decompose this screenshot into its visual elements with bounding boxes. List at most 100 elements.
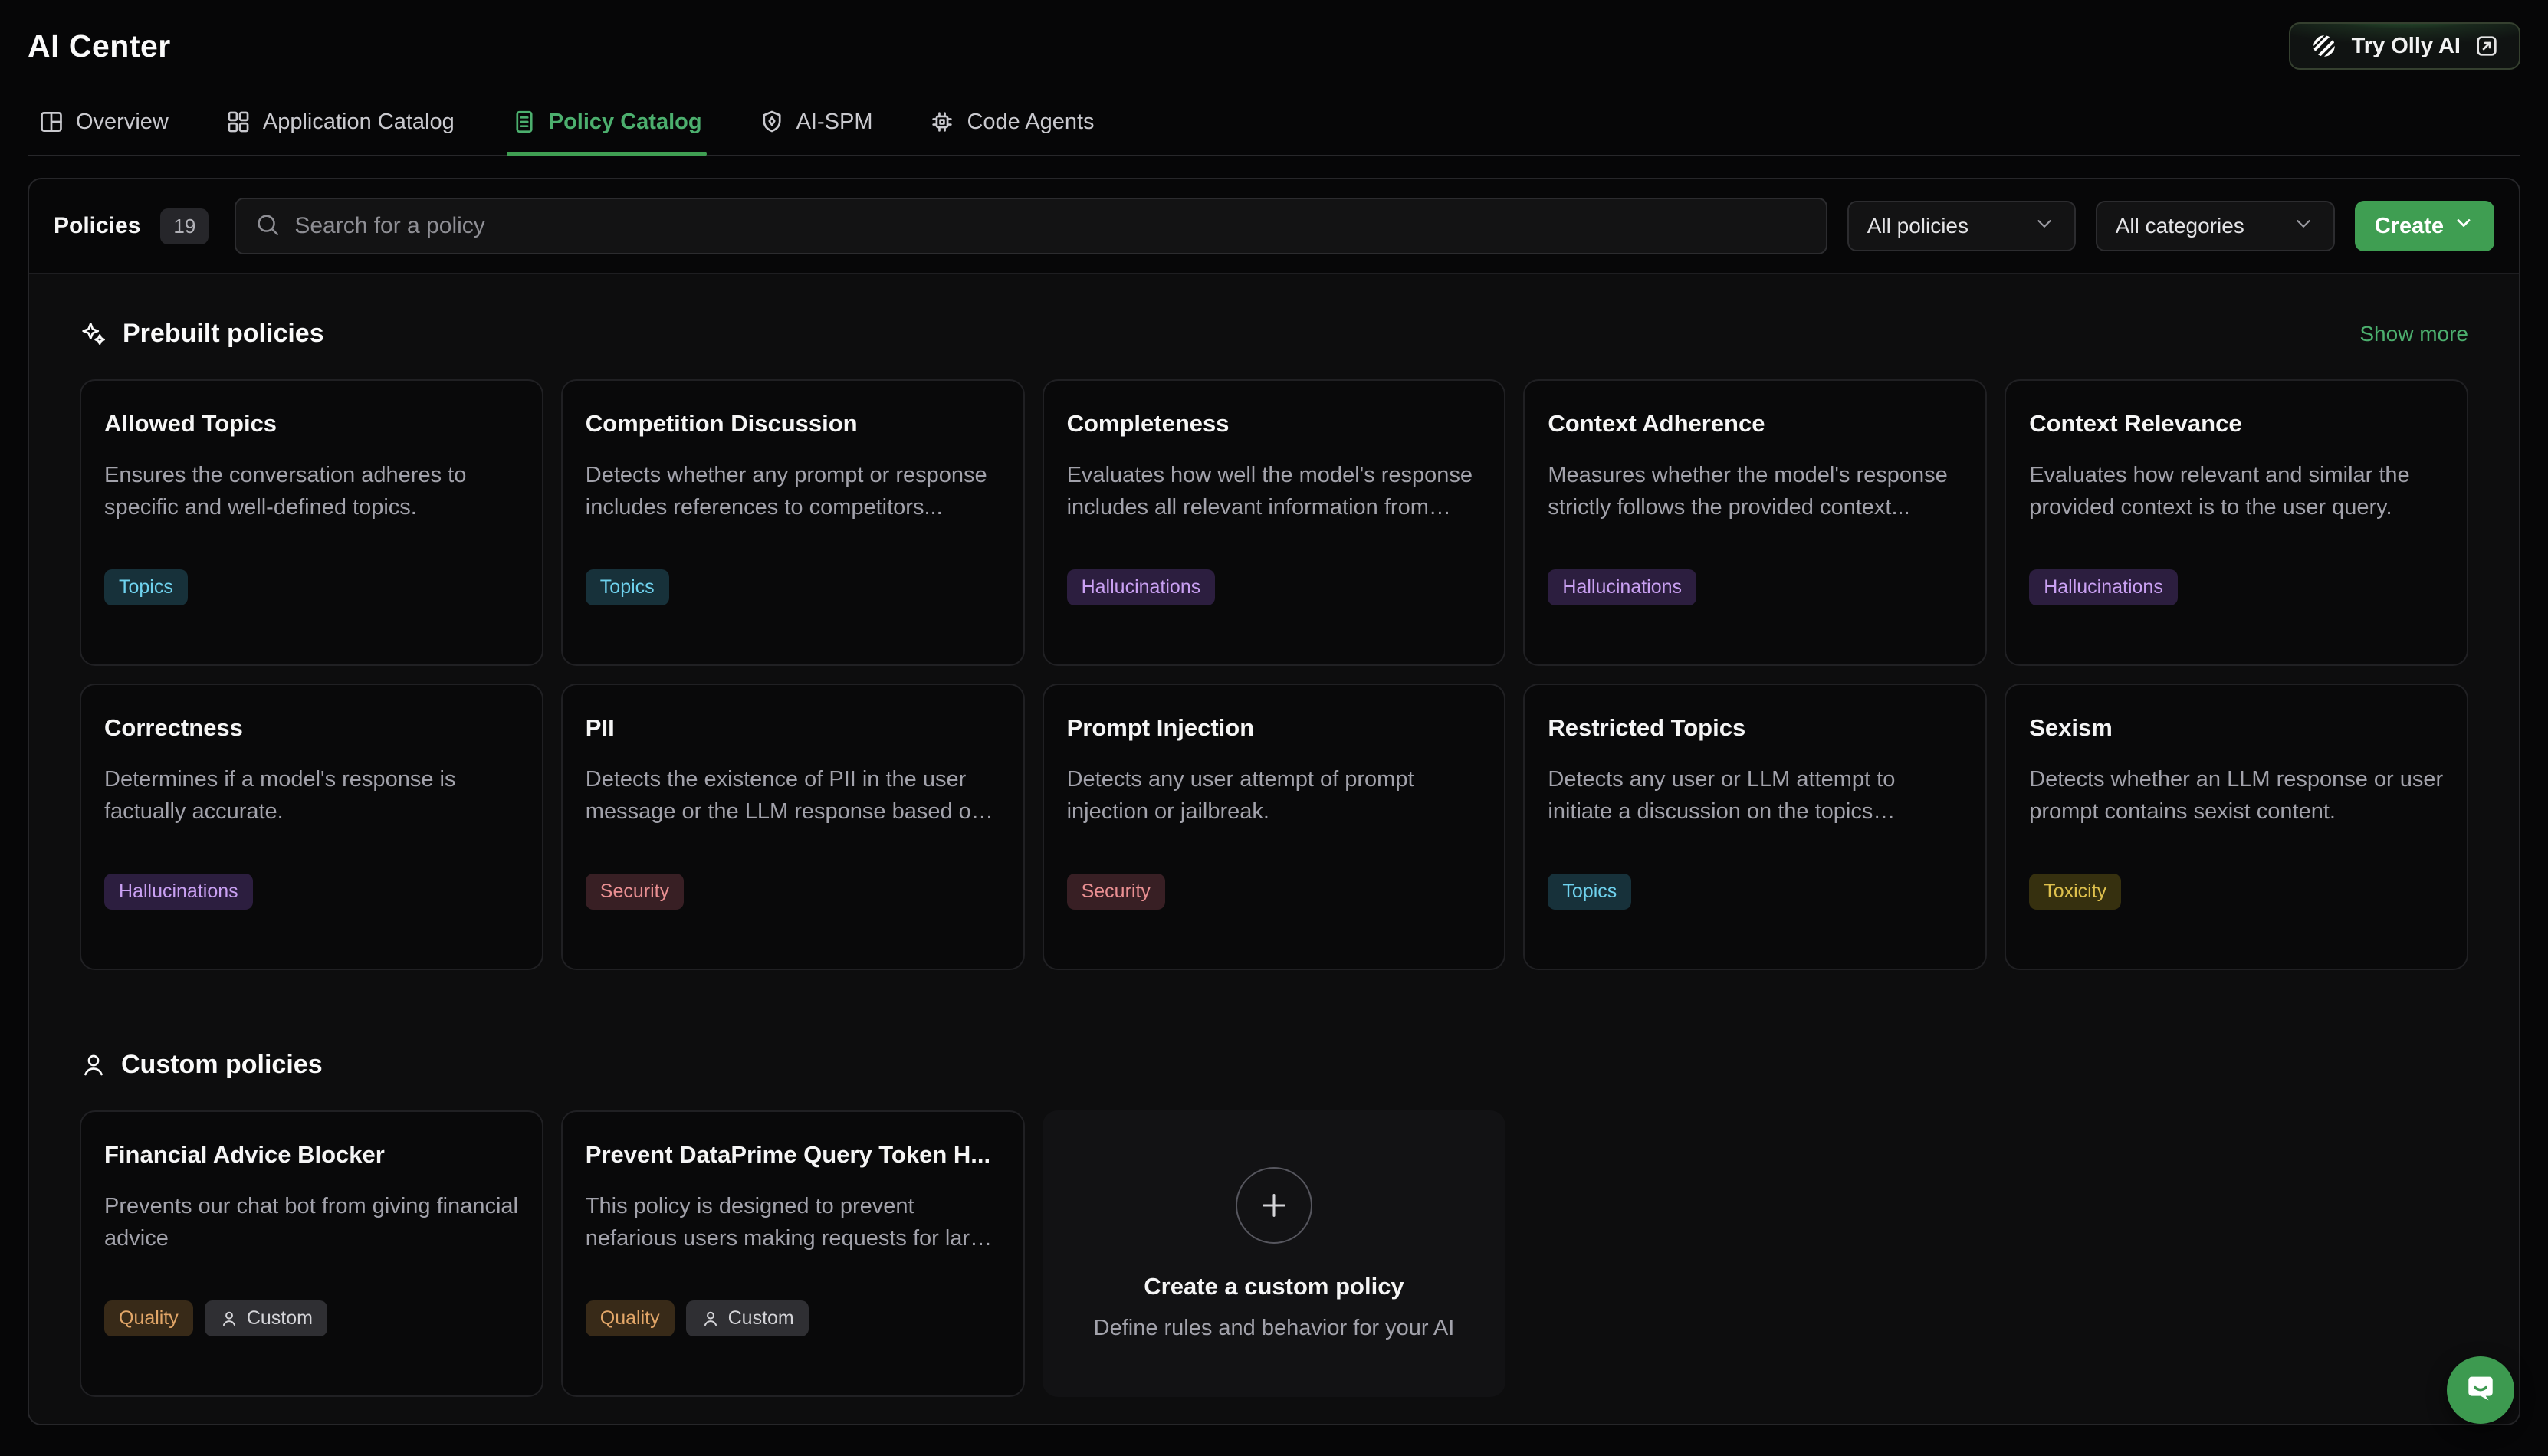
tab-code-agents[interactable]: Code Agents	[924, 100, 1098, 155]
policy-tag-hallucinations: Hallucinations	[1067, 569, 1216, 605]
custom-cards-row: Financial Advice BlockerPrevents our cha…	[80, 1110, 2468, 1397]
policy-tag-label: Topics	[119, 576, 173, 598]
policy-card-title: PII	[586, 714, 1000, 742]
policy-card-tags: Hallucinations	[2029, 569, 2178, 605]
policy-card-description: Detects whether any prompt or response i…	[586, 459, 1000, 523]
policy-card[interactable]: Prompt Injection Detects any user attempt…	[1043, 684, 1506, 970]
tab-label: Overview	[76, 110, 169, 135]
search-icon	[254, 212, 281, 241]
custom-section-label: Custom policies	[121, 1050, 323, 1080]
policy-tag-label: Toxicity	[2044, 880, 2106, 903]
panel-content: Prebuilt policies Show more Allowed Topi…	[29, 273, 2519, 1424]
policy-card-description: Ensures the conversation adheres to spec…	[104, 459, 519, 523]
policy-tag-hallucinations: Hallucinations	[2029, 569, 2178, 605]
policy-tag-label: Hallucinations	[2044, 576, 2163, 598]
person-icon	[701, 1309, 721, 1329]
policy-card[interactable]: CorrectnessDetermines if a model's respo…	[80, 684, 543, 970]
policy-card[interactable]: Financial Advice BlockerPrevents our cha…	[80, 1110, 543, 1397]
policy-card[interactable]: Context RelevanceEvaluates how relevant …	[2005, 379, 2468, 666]
policy-card-tags: Quality Custom	[104, 1300, 327, 1336]
tab-application-catalog[interactable]: Application Catalog	[221, 100, 459, 155]
policy-catalog-panel: Policies 19 All policies All categories	[28, 178, 2520, 1425]
policy-tag-label: Custom	[728, 1307, 794, 1330]
policy-tag-hallucinations: Hallucinations	[104, 874, 253, 910]
all-categories-dropdown[interactable]: All categories	[2096, 201, 2335, 251]
policy-card[interactable]: PII Detects the existence of PII in the u…	[561, 684, 1025, 970]
policy-card[interactable]: Prevent DataPrime Query Token H... This p…	[561, 1110, 1025, 1397]
policy-card-tags: Security	[1067, 874, 1165, 910]
policy-tag-topics: Topics	[104, 569, 188, 605]
policy-card[interactable]: Sexism Detects whether an LLM response or…	[2005, 684, 2468, 970]
app-header: AI Center Try Olly AI	[28, 0, 2520, 74]
policy-card[interactable]: Completeness Evaluates how well the model…	[1043, 379, 1506, 666]
prebuilt-cards-row-2: CorrectnessDetermines if a model's respo…	[80, 684, 2468, 970]
create-card-title: Create a custom policy	[1144, 1273, 1404, 1300]
ai-spm-icon	[759, 109, 785, 135]
policy-card-title: Completeness	[1067, 410, 1482, 438]
search-input[interactable]	[294, 213, 1807, 239]
tab-bar: Overview Application Catalog Policy Catalo…	[28, 100, 2520, 156]
tab-label: Code Agents	[967, 110, 1094, 135]
tab-label: Application Catalog	[263, 110, 455, 135]
show-more-link[interactable]: Show more	[2359, 322, 2468, 346]
policy-tag-toxicity: Toxicity	[2029, 874, 2121, 910]
policy-card-description: Detects any user attempt of prompt injec…	[1067, 763, 1482, 828]
person-icon	[219, 1309, 239, 1329]
all-policies-value: All policies	[1867, 214, 1968, 238]
policy-card[interactable]: Allowed Topics Ensures the conversation a…	[80, 379, 543, 666]
policy-tag-quality: Quality	[586, 1300, 675, 1336]
policy-tag-quality: Quality	[104, 1300, 193, 1336]
policy-card-description: Evaluates how well the model's response …	[1067, 459, 1482, 523]
policy-card-title: Context Relevance	[2029, 410, 2444, 438]
all-policies-dropdown[interactable]: All policies	[1847, 201, 2076, 251]
policy-tag-custom: Custom	[205, 1300, 327, 1336]
policy-tag-topics: Topics	[1548, 874, 1631, 910]
policy-card-description: This policy is designed to prevent nefar…	[586, 1190, 1000, 1254]
policy-tag-security: Security	[586, 874, 684, 910]
policy-card-title: Sexism	[2029, 714, 2444, 742]
policy-search[interactable]	[235, 198, 1827, 254]
policy-tag-label: Quality	[119, 1307, 179, 1330]
policy-card[interactable]: Restricted Topics Detects any user or LLM…	[1523, 684, 1987, 970]
policy-tag-label: Topics	[600, 576, 655, 598]
policy-card-title: Prompt Injection	[1067, 714, 1482, 742]
policy-tag-label: Hallucinations	[1562, 576, 1682, 598]
app-catalog-icon	[225, 109, 251, 135]
policy-card-title: Restricted Topics	[1548, 714, 1962, 742]
create-custom-policy-card[interactable]: Create a custom policy Define rules and …	[1043, 1110, 1506, 1397]
person-icon	[80, 1051, 107, 1079]
chat-widget-button[interactable]	[2447, 1356, 2514, 1424]
policy-card-title: Competition Discussion	[586, 410, 1000, 438]
try-olly-label: Try Olly AI	[2352, 34, 2461, 59]
overview-icon	[38, 109, 64, 135]
policy-card-title: Context Adherence	[1548, 410, 1962, 438]
custom-section-header: Custom policies	[80, 1050, 2468, 1080]
tab-ai-spm[interactable]: AI-SPM	[754, 100, 878, 155]
policy-card[interactable]: Competition Discussion Detects whether an…	[561, 379, 1025, 666]
policy-card-title: Financial Advice Blocker	[104, 1141, 519, 1169]
policy-catalog-icon	[511, 109, 537, 135]
try-olly-button[interactable]: Try Olly AI	[2289, 22, 2520, 70]
policy-card-tags: Toxicity	[2029, 874, 2121, 910]
policy-tag-custom: Custom	[686, 1300, 809, 1336]
policy-card-description: Detects any user or LLM attempt to initi…	[1548, 763, 1962, 828]
policy-tag-label: Security	[600, 880, 669, 903]
policy-tag-label: Hallucinations	[119, 880, 238, 903]
chat-bubble-icon	[2463, 1371, 2498, 1410]
chevron-down-icon	[2033, 212, 2056, 241]
policies-count-badge: 19	[160, 208, 209, 244]
policy-card-title: Allowed Topics	[104, 410, 519, 438]
tab-label: Policy Catalog	[549, 110, 702, 135]
tab-overview[interactable]: Overview	[34, 100, 173, 155]
policy-card-description: Detects whether an LLM response or user …	[2029, 763, 2444, 828]
policy-card-title: Prevent DataPrime Query Token H...	[586, 1141, 1000, 1169]
policies-label: Policies	[54, 213, 140, 239]
policies-toolbar: Policies 19 All policies All categories	[29, 179, 2519, 273]
policy-card-description: Measures whether the model's response st…	[1548, 459, 1962, 523]
sparkles-icon	[80, 320, 109, 349]
policy-card[interactable]: Context Adherence Measures whether the mo…	[1523, 379, 1987, 666]
tab-policy-catalog[interactable]: Policy Catalog	[507, 100, 707, 155]
policy-card-tags: Topics	[1548, 874, 1631, 910]
policy-card-description: Detects the existence of PII in the user…	[586, 763, 1000, 828]
create-button[interactable]: Create	[2355, 201, 2494, 251]
